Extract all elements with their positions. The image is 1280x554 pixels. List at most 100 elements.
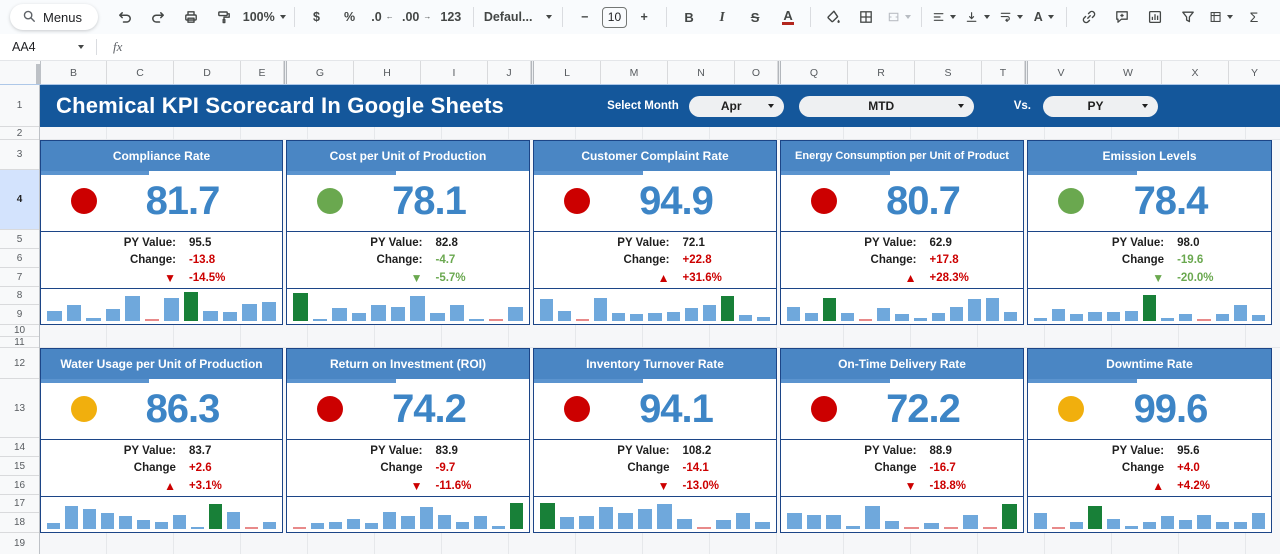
kpi-card-title[interactable]: Energy Consumption per Unit of Product — [781, 141, 1023, 171]
kpi-card-title[interactable]: Water Usage per Unit of Production — [41, 349, 282, 379]
kpi-card-title[interactable]: Inventory Turnover Rate — [534, 349, 776, 379]
spreadsheet-grid[interactable]: Chemical KPI Scorecard In Google Sheets … — [40, 85, 1280, 554]
text-wrap-button[interactable] — [995, 4, 1027, 30]
change-value[interactable]: +22.8 — [670, 254, 712, 266]
kpi-card-title[interactable]: Compliance Rate — [41, 141, 282, 171]
paint-format-button[interactable] — [208, 4, 240, 30]
row-header-8[interactable]: 8 — [0, 287, 39, 305]
functions-button[interactable]: Σ — [1238, 4, 1270, 30]
row-header-16[interactable]: 16 — [0, 476, 39, 495]
row-header-6[interactable]: 6 — [0, 249, 39, 268]
py-value[interactable]: 83.9 — [423, 445, 458, 457]
change-value[interactable]: +4.0 — [1164, 462, 1200, 474]
row-header-13[interactable]: 13 — [0, 379, 39, 438]
column-header-S[interactable]: S — [915, 61, 982, 84]
decrease-decimal-button[interactable]: .0 ← — [367, 4, 399, 30]
text-color-button[interactable]: A — [772, 4, 804, 30]
change-percent[interactable]: -18.8% — [917, 480, 966, 492]
column-header-H[interactable]: H — [354, 61, 421, 84]
decrease-font-size-button[interactable]: − — [569, 4, 601, 30]
row-header-15[interactable]: 15 — [0, 457, 39, 476]
change-value[interactable]: -16.7 — [917, 462, 956, 474]
percent-format-button[interactable]: % — [334, 4, 366, 30]
change-value[interactable]: -13.8 — [176, 254, 215, 266]
kpi-value[interactable]: 94.9 — [590, 179, 776, 224]
column-header-L[interactable]: L — [534, 61, 601, 84]
py-value[interactable]: 108.2 — [670, 445, 712, 457]
column-header-R[interactable]: R — [848, 61, 915, 84]
number-format-button[interactable]: 123 — [435, 4, 467, 30]
kpi-value[interactable]: 78.1 — [343, 179, 529, 224]
period-dropdown[interactable]: MTD — [798, 95, 974, 117]
change-value[interactable]: +17.8 — [917, 254, 959, 266]
italic-button[interactable]: I — [706, 4, 738, 30]
create-filter-button[interactable] — [1172, 4, 1204, 30]
change-percent[interactable]: -14.5% — [176, 272, 225, 284]
row-header-12[interactable]: 12 — [0, 348, 39, 379]
change-value[interactable]: -19.6 — [1164, 254, 1203, 266]
row-header-18[interactable]: 18 — [0, 513, 39, 533]
row-header-2[interactable]: 2 — [0, 127, 39, 140]
column-header-X[interactable]: X — [1162, 61, 1229, 84]
change-value[interactable]: -4.7 — [423, 254, 456, 266]
change-value[interactable]: -14.1 — [670, 462, 709, 474]
redo-button[interactable] — [142, 4, 174, 30]
zoom-selector[interactable]: 100% — [241, 4, 287, 30]
py-value[interactable]: 82.8 — [423, 237, 458, 249]
insert-link-button[interactable] — [1073, 4, 1105, 30]
month-dropdown[interactable]: Apr — [688, 95, 784, 117]
name-box[interactable]: AA4 — [12, 40, 84, 54]
kpi-card-title[interactable]: Emission Levels — [1028, 141, 1271, 171]
kpi-card-title[interactable]: Customer Complaint Rate — [534, 141, 776, 171]
row-header-10[interactable]: 10 — [0, 325, 39, 337]
column-header-O[interactable]: O — [735, 61, 778, 84]
column-header-I[interactable]: I — [421, 61, 488, 84]
change-value[interactable]: +2.6 — [176, 462, 212, 474]
increase-font-size-button[interactable]: + — [628, 4, 660, 30]
row-header-7[interactable]: 7 — [0, 268, 39, 287]
column-header-V[interactable]: V — [1028, 61, 1095, 84]
kpi-card-title[interactable]: Return on Investment (ROI) — [287, 349, 529, 379]
change-percent[interactable]: -5.7% — [423, 272, 466, 284]
comparison-dropdown[interactable]: PY — [1043, 95, 1158, 117]
row-header-19[interactable]: 19 — [0, 533, 39, 554]
column-header-T[interactable]: T — [982, 61, 1025, 84]
kpi-value[interactable]: 72.2 — [837, 387, 1023, 432]
change-percent[interactable]: +4.2% — [1164, 480, 1210, 492]
py-value[interactable]: 62.9 — [917, 237, 952, 249]
currency-format-button[interactable]: $ — [301, 4, 333, 30]
change-percent[interactable]: -11.6% — [423, 480, 472, 492]
change-value[interactable]: -9.7 — [423, 462, 456, 474]
font-selector[interactable]: Defaul... — [480, 4, 556, 30]
kpi-value[interactable]: 74.2 — [343, 387, 529, 432]
horizontal-align-button[interactable] — [928, 4, 960, 30]
py-value[interactable]: 95.6 — [1164, 445, 1199, 457]
kpi-card-title[interactable]: On-Time Delivery Rate — [781, 349, 1023, 379]
borders-button[interactable] — [850, 4, 882, 30]
print-button[interactable] — [175, 4, 207, 30]
insert-chart-button[interactable] — [1139, 4, 1171, 30]
pivot-table-button[interactable] — [1205, 4, 1237, 30]
py-value[interactable]: 83.7 — [176, 445, 211, 457]
kpi-card-title[interactable]: Cost per Unit of Production — [287, 141, 529, 171]
row-header-14[interactable]: 14 — [0, 438, 39, 457]
py-value[interactable]: 98.0 — [1164, 237, 1199, 249]
formula-input[interactable] — [122, 34, 1280, 60]
kpi-value[interactable]: 80.7 — [837, 179, 1023, 224]
bold-button[interactable]: B — [673, 4, 705, 30]
change-percent[interactable]: +31.6% — [670, 272, 722, 284]
vertical-align-button[interactable] — [961, 4, 993, 30]
column-header-C[interactable]: C — [107, 61, 174, 84]
row-header-4[interactable]: 4 — [0, 170, 39, 230]
change-percent[interactable]: +3.1% — [176, 480, 222, 492]
column-header-Q[interactable]: Q — [781, 61, 848, 84]
merge-cells-button[interactable] — [883, 4, 915, 30]
kpi-value[interactable]: 81.7 — [97, 179, 282, 224]
select-all-button[interactable] — [0, 61, 41, 84]
increase-decimal-button[interactable]: .00 → — [400, 4, 434, 30]
column-header-W[interactable]: W — [1095, 61, 1162, 84]
font-size-input[interactable]: 10 — [601, 6, 628, 28]
column-header-D[interactable]: D — [174, 61, 241, 84]
menus-button[interactable]: Menus — [10, 4, 99, 30]
py-value[interactable]: 72.1 — [670, 237, 705, 249]
